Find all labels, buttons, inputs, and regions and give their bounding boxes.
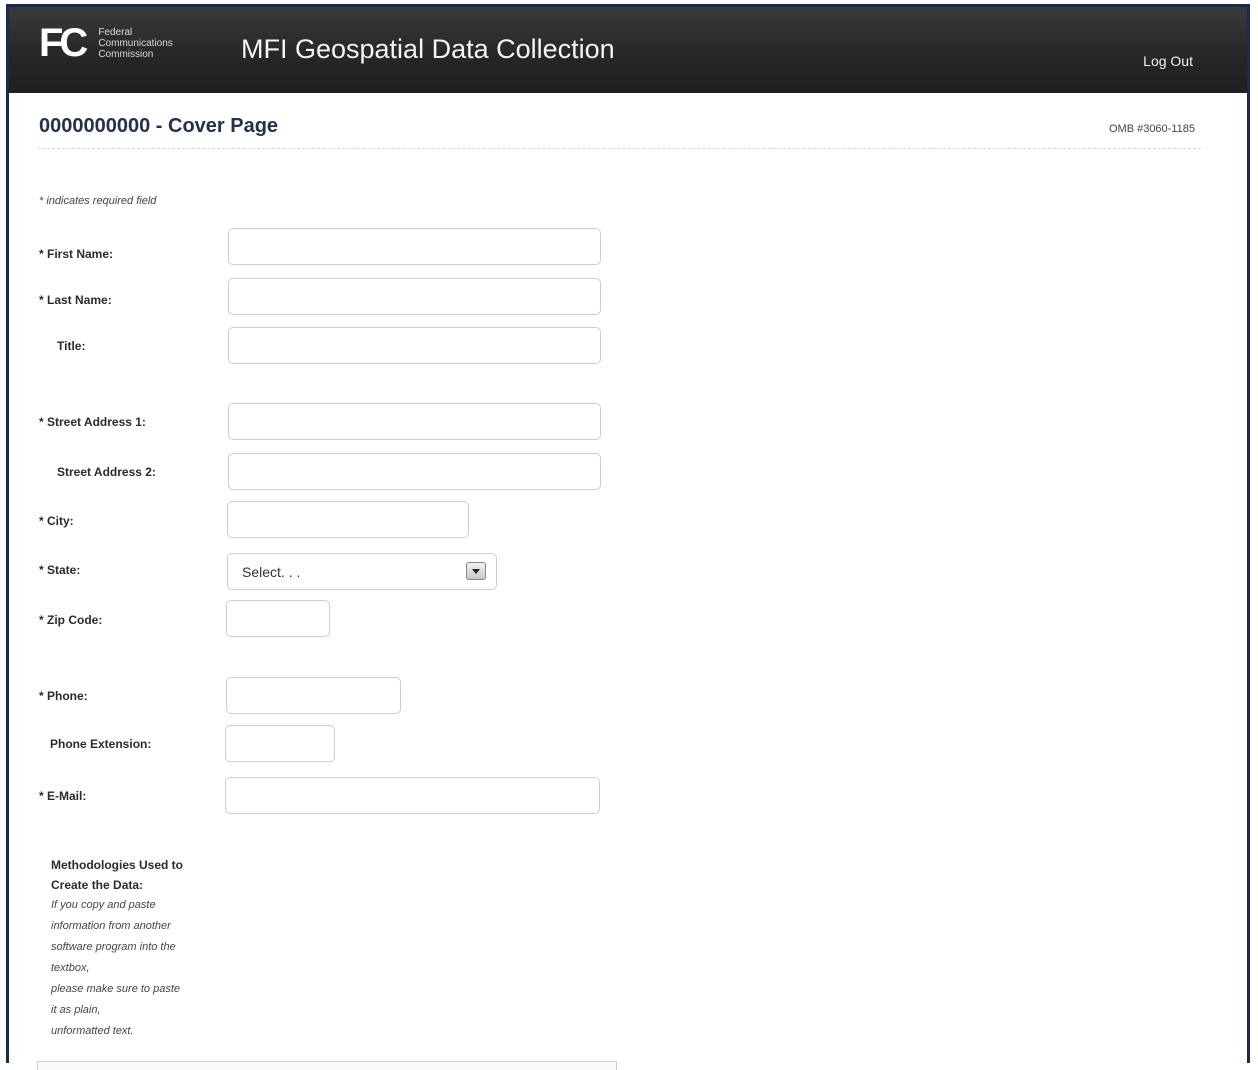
street-address-2-label: Street Address 2: — [57, 465, 156, 479]
app-header: FC Federal Communications Commission MFI… — [9, 7, 1247, 93]
email-input[interactable] — [225, 777, 600, 814]
required-field-note: * indicates required field — [39, 195, 157, 207]
state-label: * State: — [39, 563, 81, 577]
methodologies-section: Methodologies Used to Create the Data: I… — [51, 855, 221, 1042]
help-line: information from another — [51, 920, 171, 932]
state-select[interactable]: Select. . . — [227, 553, 497, 590]
fcc-logo-mark: FC — [39, 21, 88, 65]
app-frame: FC Federal Communications Commission MFI… — [6, 4, 1250, 1070]
methodologies-label-line: Create the Data: — [51, 878, 144, 892]
help-line: If you copy and paste — [51, 899, 156, 911]
logo-line-1: Federal — [98, 26, 133, 38]
title-input[interactable] — [228, 327, 601, 364]
title-divider — [37, 148, 1201, 149]
zip-code-label: * Zip Code: — [39, 613, 103, 627]
zip-code-input[interactable] — [226, 600, 330, 637]
street-address-1-label: * Street Address 1: — [39, 415, 146, 429]
app-title: MFI Geospatial Data Collection — [241, 34, 615, 64]
help-line: textbox, — [51, 962, 90, 974]
methodologies-help-text: If you copy and paste information from a… — [51, 895, 221, 1042]
help-line: unformatted text. — [51, 1025, 134, 1037]
phone-label: * Phone: — [39, 689, 88, 703]
fcc-logo: FC Federal Communications Commission — [39, 23, 173, 63]
omb-number: OMB #3060-1185 — [1108, 123, 1195, 135]
logo-line-3: Commission — [98, 48, 154, 60]
phone-extension-label: Phone Extension: — [50, 737, 152, 751]
first-name-input[interactable] — [228, 228, 601, 265]
city-input[interactable] — [227, 501, 469, 538]
phone-input[interactable] — [226, 677, 401, 714]
fcc-logo-text: Federal Communications Commission — [98, 27, 172, 60]
last-name-label: * Last Name: — [39, 293, 112, 307]
log-out-link[interactable]: Log Out — [1143, 53, 1193, 69]
street-address-2-input[interactable] — [228, 453, 601, 490]
last-name-input[interactable] — [228, 278, 601, 315]
title-label: Title: — [57, 339, 86, 353]
logo-line-2: Communications — [98, 37, 173, 49]
phone-extension-input[interactable] — [225, 725, 335, 762]
help-line: it as plain, — [51, 1004, 101, 1016]
city-label: * City: — [39, 514, 74, 528]
help-line: software program into the — [51, 941, 176, 953]
first-name-label: * First Name: — [39, 247, 114, 261]
state-select-value: Select. . . — [242, 563, 301, 580]
methodologies-textarea[interactable] — [37, 1061, 617, 1070]
help-line: please make sure to paste — [51, 983, 181, 995]
chevron-down-icon[interactable] — [466, 562, 486, 580]
methodologies-label-line: Methodologies Used to — [51, 858, 183, 872]
email-label: * E-Mail: — [39, 789, 87, 803]
page-title: 0000000000 - Cover Page — [39, 115, 279, 137]
methodologies-label: Methodologies Used to Create the Data: — [51, 855, 221, 895]
street-address-1-input[interactable] — [228, 403, 601, 440]
